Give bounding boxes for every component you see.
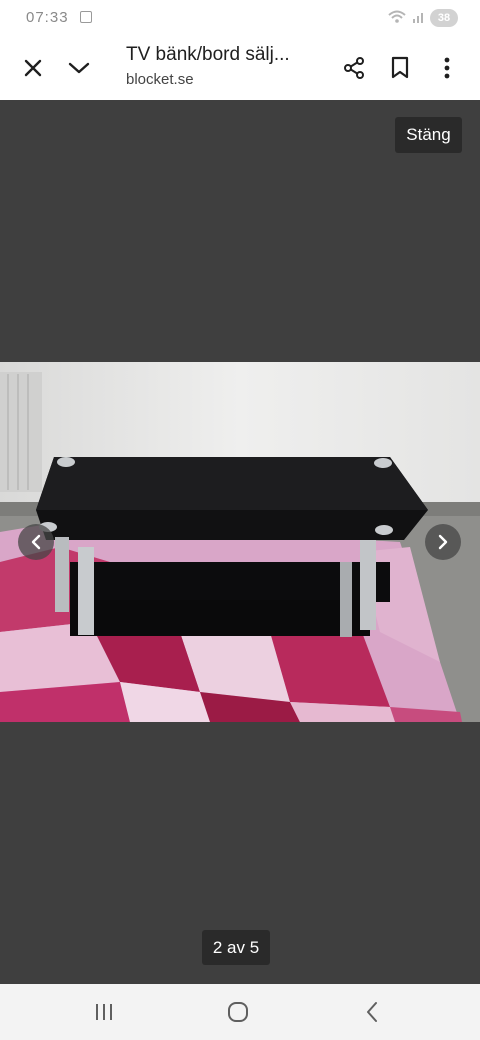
share-button[interactable] [334, 48, 374, 88]
recent-apps-button[interactable] [79, 990, 129, 1034]
signal-icon [412, 10, 426, 29]
system-nav-bar [0, 984, 480, 1040]
minimize-tab-button[interactable] [59, 48, 99, 88]
chevron-left-icon [31, 534, 41, 550]
next-image-button[interactable] [425, 524, 461, 560]
back-icon [367, 1002, 377, 1022]
back-button[interactable] [347, 990, 397, 1034]
bookmark-button[interactable] [380, 48, 420, 88]
close-viewer-button[interactable]: Stäng [395, 117, 462, 153]
home-button[interactable] [213, 990, 263, 1034]
chevron-down-icon [68, 62, 90, 74]
home-icon [228, 1002, 248, 1022]
battery-badge: 38 [430, 9, 458, 27]
previous-image-button[interactable] [18, 524, 54, 560]
image-viewer: Stäng 2 av 5 [0, 100, 480, 984]
listing-photo[interactable] [0, 362, 480, 722]
tv-stand-photo [0, 362, 480, 722]
page-title: TV bänk/bord sälj... [126, 44, 290, 65]
page-domain: blocket.se [126, 71, 194, 88]
screenshot-icon [80, 11, 92, 23]
image-counter: 2 av 5 [202, 930, 270, 965]
close-tab-button[interactable] [13, 48, 53, 88]
status-bar: 0​7:33 38 [0, 0, 480, 36]
chevron-right-icon [438, 534, 448, 550]
more-vert-icon [444, 57, 450, 79]
custom-tab-toolbar: TV bänk/bord sälj... blocket.se [0, 36, 480, 100]
share-icon [344, 57, 364, 79]
close-icon [24, 59, 42, 77]
status-time: 0​7:33 [26, 9, 69, 26]
more-options-button[interactable] [427, 48, 467, 88]
recent-apps-icon [96, 1004, 112, 1020]
bookmark-icon [391, 56, 409, 79]
wifi-icon [388, 10, 406, 29]
